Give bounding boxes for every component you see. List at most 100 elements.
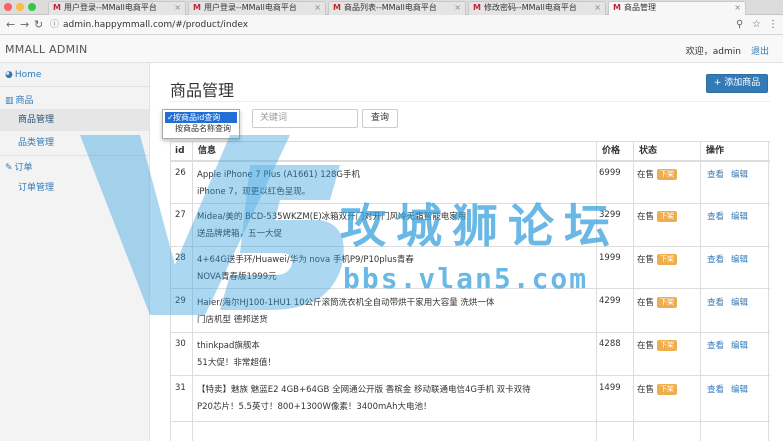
browser-tab-strip: M 用户登录--MMall电商平台 × M 用户登录--MMall电商平台 × M 商品列… <box>0 0 783 15</box>
view-link[interactable]: 查看 <box>707 212 724 222</box>
sidebar-item-category-manage[interactable]: 品类管理 <box>0 132 150 154</box>
cell-status: 在售 下架 <box>637 383 678 395</box>
row-divider <box>171 332 770 333</box>
browser-tab-4[interactable]: M 修改密码--MMall电商平台 × <box>468 1 606 15</box>
forward-icon[interactable]: → <box>20 17 29 33</box>
cell-id: 27 <box>175 210 186 220</box>
mmall-favicon-icon: M <box>53 3 61 12</box>
cell-product-subtitle: 门店机型 德邦送货 <box>197 315 268 325</box>
cell-id: 29 <box>175 296 186 306</box>
off-shelf-button[interactable]: 下架 <box>657 254 678 265</box>
cell-product-name: Haier/海尔HJ100-1HU1 10公斤滚筒洗衣机全自动带烘干家用大容量 … <box>197 298 495 308</box>
edit-link[interactable]: 编辑 <box>731 341 748 351</box>
search-option-by-id[interactable]: ✓ 按商品id查询 <box>165 112 237 123</box>
cell-product-subtitle: 51大促！非常超值！ <box>197 358 276 368</box>
table-border <box>171 141 770 142</box>
mmall-favicon-icon: M <box>473 3 481 12</box>
maximize-window-icon[interactable] <box>28 3 36 11</box>
off-shelf-button[interactable]: 下架 <box>657 297 678 308</box>
cell-product-name: Apple iPhone 7 Plus (A1661) 128G手机 <box>197 170 360 180</box>
back-icon[interactable]: ← <box>6 17 15 33</box>
close-window-icon[interactable] <box>4 3 12 11</box>
tab-close-icon[interactable]: × <box>174 2 181 14</box>
watermark-url: bbs.vlan5.com <box>343 262 589 295</box>
brand-title[interactable]: MMALL ADMIN <box>5 43 88 56</box>
cell-actions: 查看 编辑 <box>707 168 755 180</box>
sidebar-item-order-manage[interactable]: 订单管理 <box>0 177 150 199</box>
cell-product-subtitle: P20芯片！5.5英寸！800+1300W像素！3400mAh大电池！ <box>197 402 432 412</box>
browser-tab-3[interactable]: M 商品列表--MMall电商平台 × <box>328 1 466 15</box>
view-link[interactable]: 查看 <box>707 385 724 395</box>
sidebar-item-home[interactable]: ◕ Home <box>5 70 41 80</box>
search-button[interactable]: 查询 <box>362 109 398 128</box>
mmall-favicon-icon: M <box>613 3 621 12</box>
check-icon: ✓ <box>167 113 174 122</box>
search-option-by-name[interactable]: 按商品名称查询 <box>165 123 237 134</box>
tab-close-icon[interactable]: × <box>594 2 601 14</box>
cell-id: 31 <box>175 383 186 393</box>
dashboard-icon: ◕ <box>5 70 13 80</box>
tab-close-icon[interactable]: × <box>454 2 461 14</box>
bookmark-icon[interactable]: ☆ <box>752 18 761 32</box>
sidebar-group-order[interactable]: ✎ 订单 <box>5 160 33 173</box>
column-header-price: 价格 <box>602 146 621 156</box>
tab-close-icon[interactable]: × <box>734 2 741 14</box>
extension-icon[interactable]: ⚲ <box>736 18 743 32</box>
view-link[interactable]: 查看 <box>707 341 724 351</box>
edit-link[interactable]: 编辑 <box>731 255 748 265</box>
logout-link[interactable]: 退出 <box>751 44 769 57</box>
mmall-favicon-icon: M <box>333 3 341 12</box>
sidebar-group-product[interactable]: ▥ 商品 <box>5 93 34 106</box>
off-shelf-button[interactable]: 下架 <box>657 384 678 395</box>
column-header-actions: 操作 <box>706 146 725 156</box>
title-divider <box>170 101 770 102</box>
column-divider <box>633 141 634 441</box>
cell-price: 1499 <box>599 383 621 393</box>
page-title: 商品管理 <box>170 81 235 100</box>
wrench-icon: ✎ <box>5 163 13 173</box>
url-field[interactable]: ⓘ admin.happymmall.com/#/product/index <box>50 18 248 32</box>
reload-icon[interactable]: ↻ <box>34 17 43 33</box>
column-header-status: 状态 <box>639 146 658 156</box>
cell-id: 30 <box>175 339 186 349</box>
address-bar: ← → ↻ ⓘ admin.happymmall.com/#/product/in… <box>0 15 783 35</box>
cell-id: 26 <box>175 168 186 178</box>
cell-price: 4299 <box>599 296 621 306</box>
browser-tab-2[interactable]: M 用户登录--MMall电商平台 × <box>188 1 326 15</box>
cell-actions: 查看 编辑 <box>707 383 755 395</box>
keyword-input[interactable]: 关键词 <box>252 109 358 128</box>
edit-link[interactable]: 编辑 <box>731 298 748 308</box>
edit-link[interactable]: 编辑 <box>731 170 748 180</box>
edit-link[interactable]: 编辑 <box>731 385 748 395</box>
menu-icon[interactable]: ⋮ <box>768 18 778 32</box>
cell-status: 在售 下架 <box>637 296 678 308</box>
cell-price: 6999 <box>599 168 621 178</box>
cell-product-name: 【特卖】魅族 魅蓝E2 4GB+64GB 全网通公开版 香槟金 移动联通电信4G… <box>197 385 531 395</box>
view-link[interactable]: 查看 <box>707 255 724 265</box>
cell-status: 在售 下架 <box>637 210 678 222</box>
off-shelf-button[interactable]: 下架 <box>657 169 678 180</box>
page-info-icon: ⓘ <box>50 20 60 30</box>
row-divider <box>171 421 770 422</box>
off-shelf-button[interactable]: 下架 <box>657 340 678 351</box>
browser-tab-active[interactable]: M 商品管理 × <box>608 1 746 15</box>
tab-close-icon[interactable]: × <box>314 2 321 14</box>
search-type-dropdown[interactable]: ✓ 按商品id查询 按商品名称查询 <box>162 109 240 139</box>
sidebar-item-product-manage[interactable]: 商品管理 <box>0 109 150 131</box>
cell-status: 在售 下架 <box>637 168 678 180</box>
column-header-id: id <box>175 146 185 156</box>
cell-status: 在售 下架 <box>637 339 678 351</box>
view-link[interactable]: 查看 <box>707 170 724 180</box>
app-header: MMALL ADMIN 欢迎，admin 退出 <box>0 35 783 63</box>
watermark-text: 攻城狮论坛 <box>340 199 620 253</box>
window-controls <box>4 3 36 11</box>
minimize-window-icon[interactable] <box>16 3 24 11</box>
view-link[interactable]: 查看 <box>707 298 724 308</box>
edit-link[interactable]: 编辑 <box>731 212 748 222</box>
off-shelf-button[interactable]: 下架 <box>657 211 678 222</box>
cell-product-subtitle: iPhone 7，现更以红色呈现。 <box>197 187 311 197</box>
sidebar-divider <box>0 155 150 156</box>
column-divider <box>192 141 193 441</box>
add-product-button[interactable]: + 添加商品 <box>706 74 768 93</box>
browser-tab-1[interactable]: M 用户登录--MMall电商平台 × <box>48 1 186 15</box>
